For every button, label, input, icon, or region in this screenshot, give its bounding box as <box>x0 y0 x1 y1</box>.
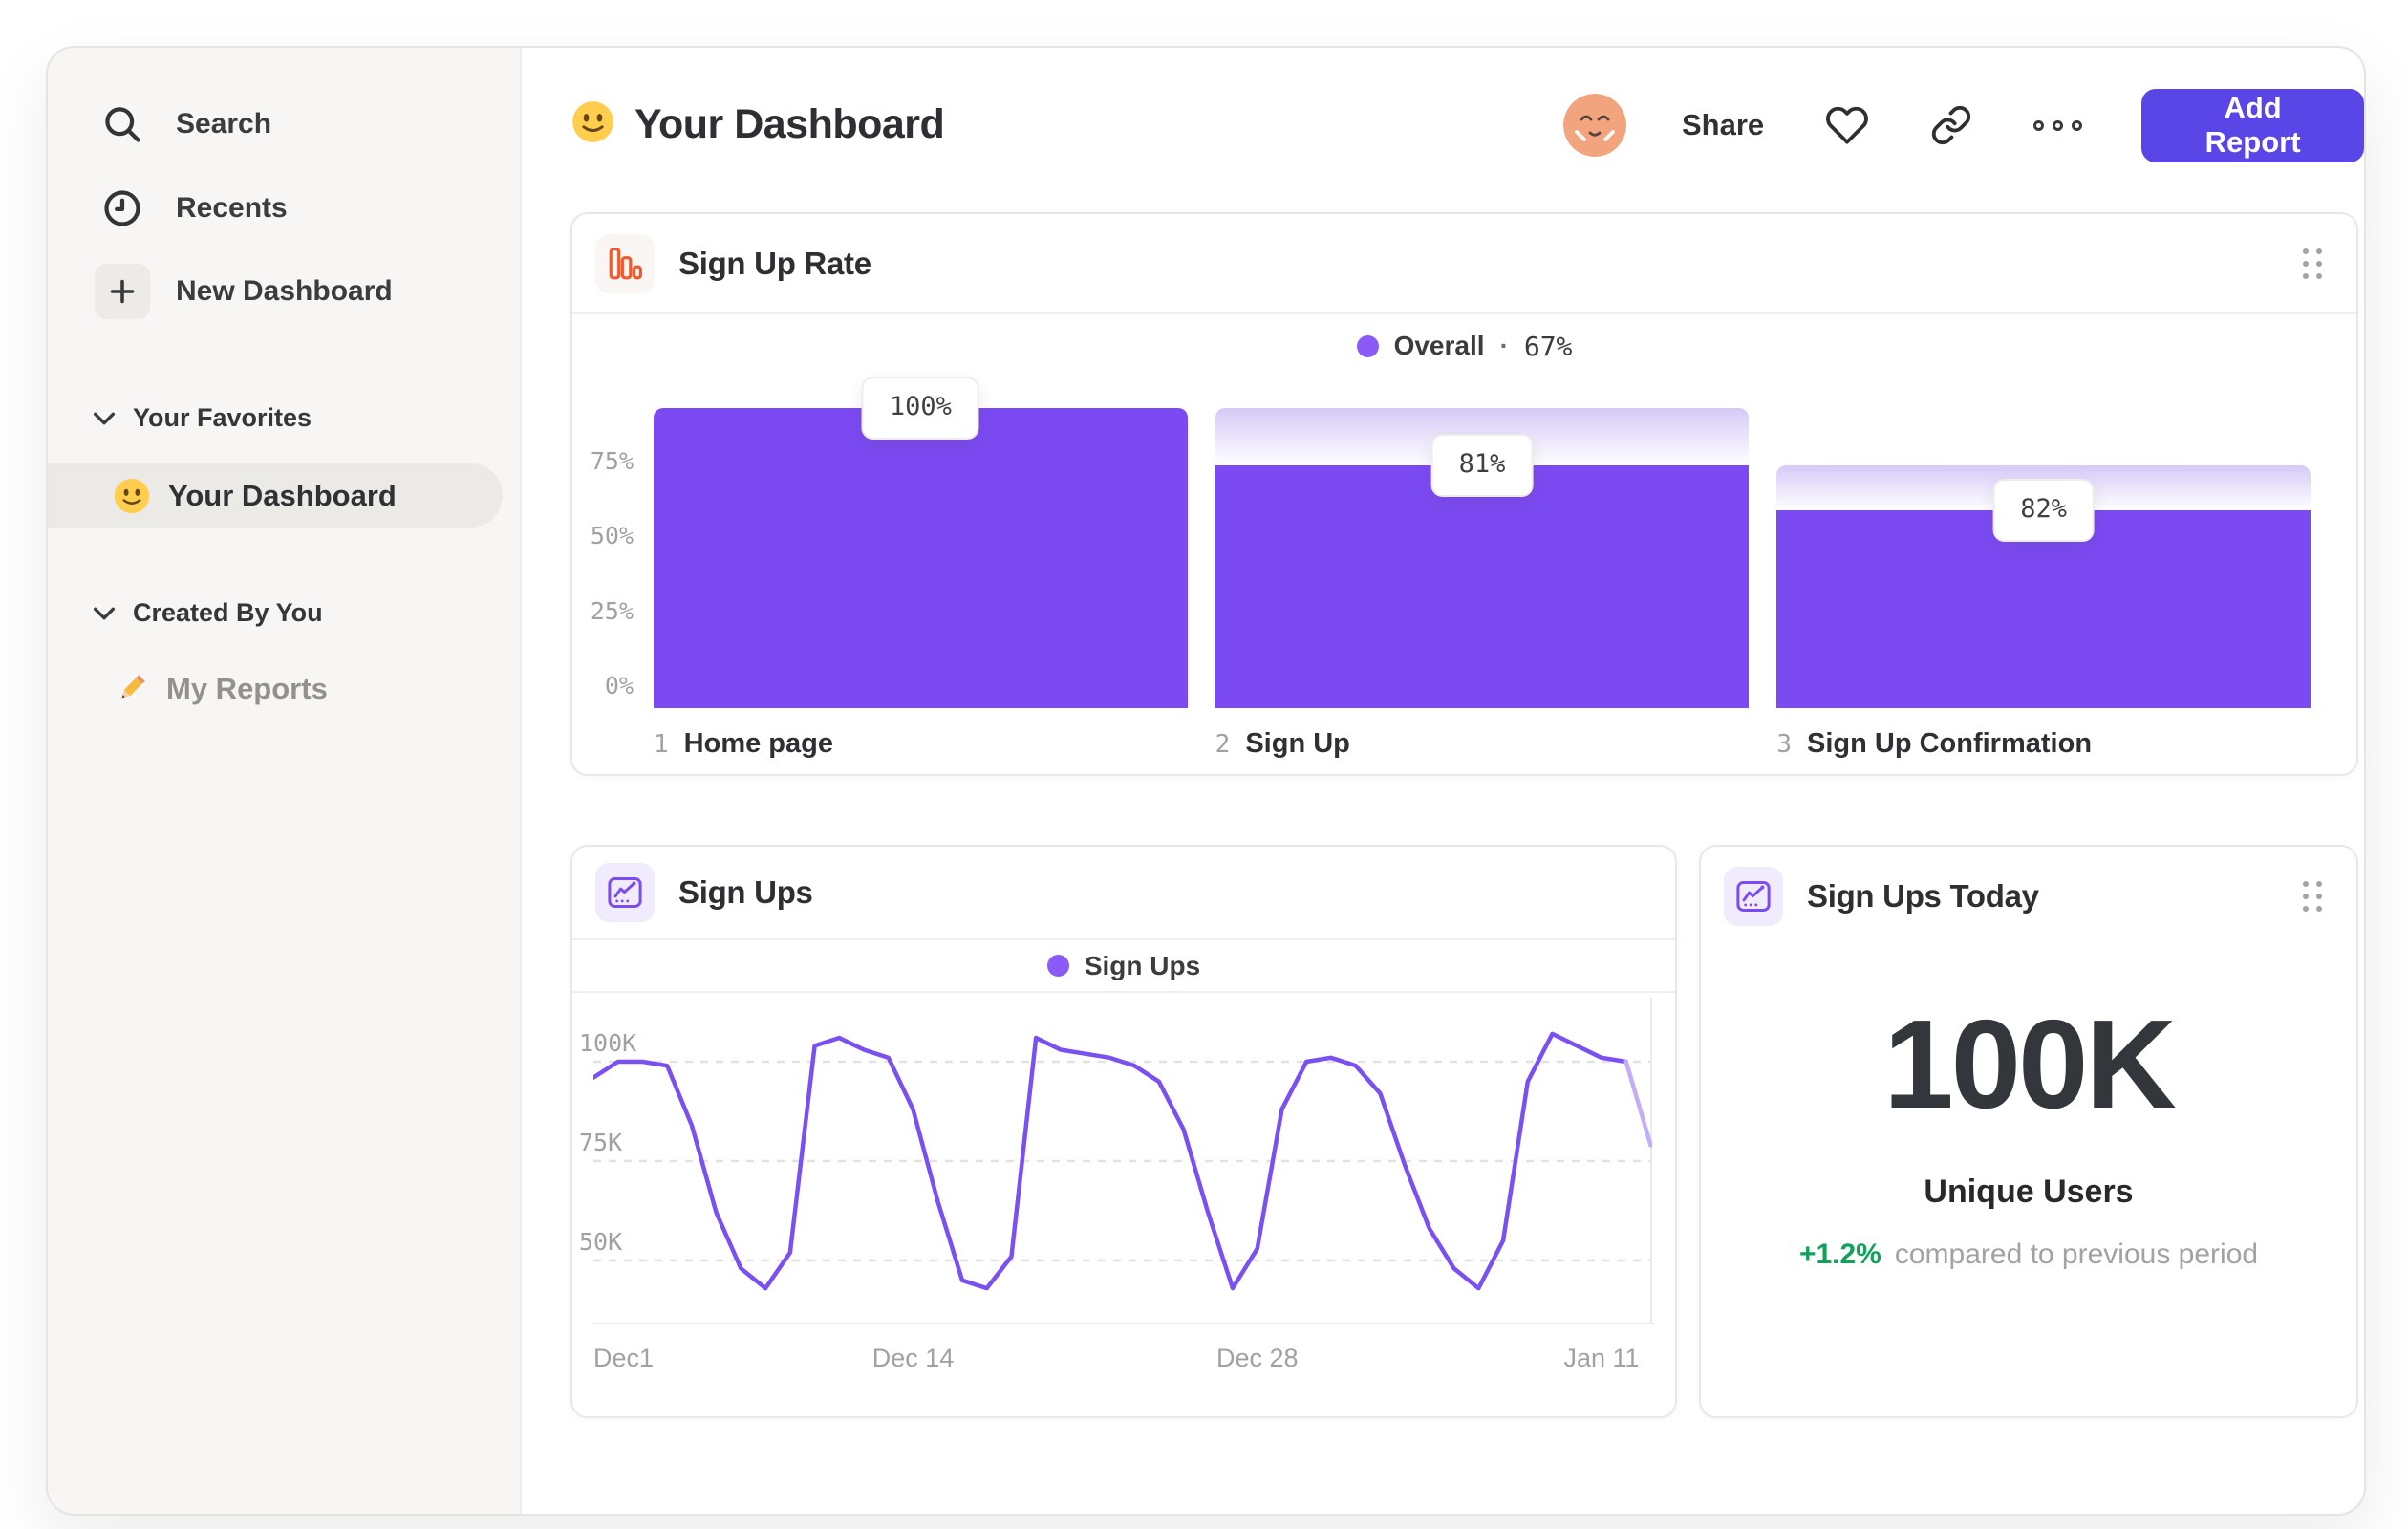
smiley-emoji-icon <box>570 99 615 149</box>
sidebar-item-search[interactable]: Search <box>48 91 520 158</box>
funnel-y-tick: 50% <box>590 522 634 549</box>
sidebar-item-recents[interactable]: Recents <box>48 175 520 242</box>
plus-icon <box>92 264 153 319</box>
sidebar-item-my-reports[interactable]: My Reports <box>48 657 503 721</box>
smiley-emoji-icon <box>113 477 151 515</box>
more-options-icon[interactable] <box>2033 119 2083 131</box>
add-report-button[interactable]: Add Report <box>2141 88 2364 162</box>
sidebar-item-your-dashboard[interactable]: Your Dashboard <box>48 463 503 528</box>
x-axis-line <box>593 1323 1654 1324</box>
funnel-bar-value-badge: 100% <box>861 377 979 440</box>
card-title: Sign Ups <box>678 874 813 910</box>
sign-ups-today-card: Sign Ups Today 100K Unique Users +1.2% c… <box>1699 845 2358 1418</box>
drag-handle-icon[interactable] <box>2303 881 2322 912</box>
chevron-down-icon <box>93 598 116 628</box>
funnel-bar-solid <box>654 408 1188 708</box>
favorite-heart-icon[interactable] <box>1825 103 1869 147</box>
funnel-step-label: 1 Home page <box>654 728 1188 760</box>
funnel-step-name: Home page <box>683 728 833 759</box>
funnel-y-axis: 75% 50% 25% 0% <box>572 408 634 708</box>
chevron-down-icon <box>93 403 116 433</box>
line-chart-plot <box>593 998 1652 1323</box>
kpi-label: Unique Users <box>1924 1174 2134 1210</box>
page-title-text: Your Dashboard <box>634 100 945 147</box>
funnel-step-name: Sign Up <box>1245 728 1350 759</box>
funnel-plot-area: 100% 81% 82% <box>654 377 2311 708</box>
section-title: Created By You <box>133 598 323 627</box>
section-title: Your Favorites <box>133 403 312 432</box>
card-header: Sign Ups <box>572 847 1675 938</box>
sign-ups-series-line-incomplete <box>1623 1059 1652 1148</box>
funnel-y-tick: 25% <box>590 596 634 625</box>
card-title: Sign Ups Today <box>1807 877 2039 914</box>
kpi-delta-row: +1.2% compared to previous period <box>1701 1238 2356 1271</box>
clock-icon <box>92 187 153 229</box>
line-y-tick: 75K <box>579 1129 623 1156</box>
legend-series-name: Overall <box>1393 331 1485 360</box>
sidebar-item-label: Recents <box>176 192 288 224</box>
line-x-tick: Dec1 <box>593 1344 655 1372</box>
legend-series-name: Sign Ups <box>1084 950 1201 980</box>
divider <box>572 991 1675 993</box>
kpi-delta-note: compared to previous period <box>1894 1238 2259 1270</box>
sidebar-item-label: My Reports <box>166 672 328 705</box>
funnel-y-tick: 0% <box>604 672 634 700</box>
funnel-step-number: 3 <box>1776 730 1792 759</box>
copy-link-icon[interactable] <box>1930 104 1972 146</box>
section-created-by-you[interactable]: Created By You <box>93 598 323 628</box>
funnel-bar-value-badge: 81% <box>1430 433 1534 497</box>
sidebar-item-new-dashboard[interactable]: New Dashboard <box>48 258 520 325</box>
chart-legend: Overall · 67% <box>572 314 2356 377</box>
line-x-tick: Dec 28 <box>1215 1344 1299 1372</box>
funnel-bar-step-3[interactable]: 82% <box>1776 408 2311 708</box>
page-title: Your Dashboard <box>570 90 945 159</box>
funnel-step-label: 3 Sign Up Confirmation <box>1776 728 2311 760</box>
share-button[interactable]: Share <box>1682 108 1764 142</box>
sign-ups-card: Sign Ups Sign Ups 100K 75K 50K Dec1 Dec 14 D… <box>570 845 1677 1418</box>
avatar[interactable] <box>1563 94 1626 157</box>
kpi-delta-value: +1.2% <box>1798 1238 1881 1270</box>
line-x-tick: Dec 14 <box>871 1344 955 1372</box>
chart-legend: Sign Ups <box>572 940 1675 991</box>
funnel-step-number: 1 <box>654 730 669 759</box>
legend-dot <box>1046 955 1069 977</box>
header-actions: Share Add Report <box>1563 88 2364 162</box>
funnel-step-number: 2 <box>1215 730 1231 759</box>
legend-value: 67% <box>1523 330 1573 362</box>
funnel-bar-step-2[interactable]: 81% <box>1215 408 1750 708</box>
card-header: Sign Ups Today <box>1701 847 2356 945</box>
sign-up-rate-card: Sign Up Rate Overall · 67% 75% 50% 25% 0% 1… <box>570 212 2358 776</box>
line-chart-icon <box>595 863 655 922</box>
line-y-tick: 100K <box>579 1029 637 1057</box>
line-y-tick: 50K <box>579 1228 623 1256</box>
card-title: Sign Up Rate <box>678 245 871 281</box>
funnel-bar-step-1[interactable]: 100% <box>654 377 1188 708</box>
sidebar-item-label: Search <box>176 108 272 140</box>
section-your-favorites[interactable]: Your Favorites <box>93 403 312 433</box>
funnel-bar-value-badge: 82% <box>1992 478 2096 542</box>
line-chart-icon <box>1724 866 1783 926</box>
funnel-step-name: Sign Up Confirmation <box>1807 728 2093 759</box>
sidebar-item-label: New Dashboard <box>176 275 393 307</box>
kpi-value: 100K <box>1883 994 2177 1134</box>
app-window: Search Recents New Dashboard Your Favori… <box>46 46 2366 1516</box>
funnel-step-labels: 1 Home page 2 Sign Up 3 Sign Up Confirmation <box>654 728 2311 760</box>
search-icon <box>92 103 153 145</box>
legend-separator: · <box>1499 331 1509 360</box>
sidebar: Search Recents New Dashboard Your Favori… <box>48 48 522 1514</box>
card-header: Sign Up Rate <box>572 214 2356 312</box>
funnel-bar-solid <box>1215 464 1750 708</box>
legend-dot <box>1356 334 1379 357</box>
drag-handle-icon[interactable] <box>2303 248 2322 279</box>
sidebar-item-label: Your Dashboard <box>168 478 397 512</box>
funnel-chart-icon <box>595 233 655 293</box>
funnel-y-tick: 75% <box>590 446 634 475</box>
line-x-tick: Jan 11 <box>1563 1344 1640 1372</box>
pencil-emoji-icon <box>113 671 149 707</box>
funnel-step-label: 2 Sign Up <box>1215 728 1750 760</box>
